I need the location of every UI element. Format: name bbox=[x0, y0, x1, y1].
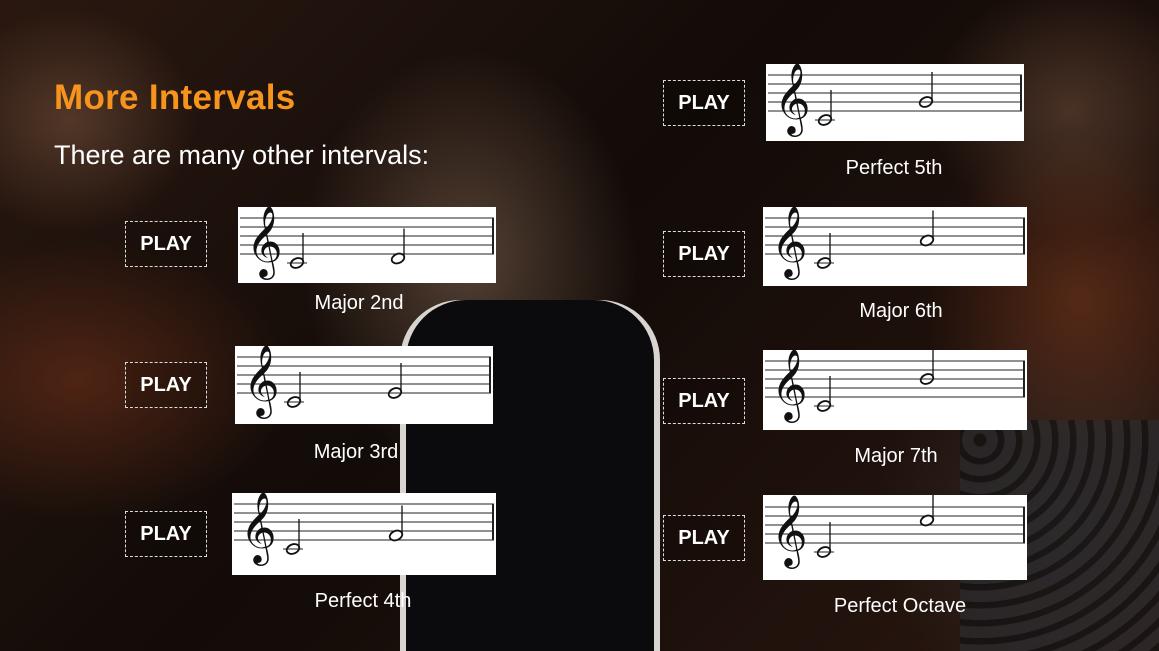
staff-graphic: 𝄞 bbox=[768, 64, 1022, 137]
half-note-icon bbox=[390, 228, 406, 265]
staff-major-7th: 𝄞 bbox=[763, 350, 1027, 430]
staff-perfect-octave: 𝄞 bbox=[763, 495, 1027, 580]
half-note-icon bbox=[284, 372, 304, 408]
staff-graphic: 𝄞 bbox=[765, 207, 1025, 280]
play-button-major-6th[interactable]: PLAY bbox=[663, 231, 745, 277]
treble-clef-icon: 𝄞 bbox=[246, 207, 283, 280]
staff-major-3rd: 𝄞 bbox=[235, 346, 493, 424]
half-note-icon bbox=[283, 519, 303, 555]
play-button-perfect-octave[interactable]: PLAY bbox=[663, 515, 745, 561]
half-note-icon bbox=[388, 505, 404, 542]
half-note-icon bbox=[919, 210, 935, 247]
interval-label-perfect-octave: Perfect Octave bbox=[833, 595, 967, 617]
interval-label-major-2nd: Major 2nd bbox=[314, 292, 404, 314]
half-note-icon bbox=[387, 363, 403, 399]
half-note-icon bbox=[814, 522, 834, 558]
staff-graphic: 𝄞 bbox=[765, 350, 1025, 423]
treble-clef-icon: 𝄞 bbox=[771, 495, 808, 569]
play-button-major-2nd[interactable]: PLAY bbox=[125, 221, 207, 267]
page-title: More Intervals bbox=[54, 78, 296, 117]
treble-clef-icon: 𝄞 bbox=[240, 493, 277, 566]
treble-clef-icon: 𝄞 bbox=[771, 350, 808, 423]
interval-label-perfect-5th: Perfect 5th bbox=[845, 157, 943, 179]
half-note-icon bbox=[814, 233, 834, 269]
interval-label-major-7th: Major 7th bbox=[854, 445, 938, 467]
play-button-perfect-4th[interactable]: PLAY bbox=[125, 511, 207, 557]
half-note-icon bbox=[919, 350, 935, 385]
staff-graphic: 𝄞 bbox=[765, 495, 1025, 569]
staff-perfect-4th: 𝄞 bbox=[232, 493, 496, 575]
staff-perfect-5th: 𝄞 bbox=[766, 64, 1024, 141]
half-note-icon bbox=[919, 495, 935, 527]
interval-label-major-3rd: Major 3rd bbox=[313, 441, 399, 463]
staff-graphic: 𝄞 bbox=[240, 207, 494, 280]
staff-major-2nd: 𝄞 bbox=[238, 207, 496, 283]
play-button-major-3rd[interactable]: PLAY bbox=[125, 362, 207, 408]
treble-clef-icon: 𝄞 bbox=[243, 346, 280, 419]
play-button-major-7th[interactable]: PLAY bbox=[663, 378, 745, 424]
treble-clef-icon: 𝄞 bbox=[771, 207, 808, 280]
staff-graphic: 𝄞 bbox=[234, 493, 494, 566]
staff-major-6th: 𝄞 bbox=[763, 207, 1027, 286]
half-note-icon bbox=[815, 90, 835, 126]
interval-label-major-6th: Major 6th bbox=[859, 300, 943, 322]
interval-label-perfect-4th: Perfect 4th bbox=[314, 590, 412, 612]
staff-graphic: 𝄞 bbox=[237, 346, 491, 419]
page-subtitle: There are many other intervals: bbox=[54, 140, 430, 170]
play-button-perfect-5th[interactable]: PLAY bbox=[663, 80, 745, 126]
treble-clef-icon: 𝄞 bbox=[774, 64, 811, 137]
half-note-icon bbox=[287, 233, 307, 269]
half-note-icon bbox=[918, 72, 934, 108]
half-note-icon bbox=[814, 376, 834, 412]
